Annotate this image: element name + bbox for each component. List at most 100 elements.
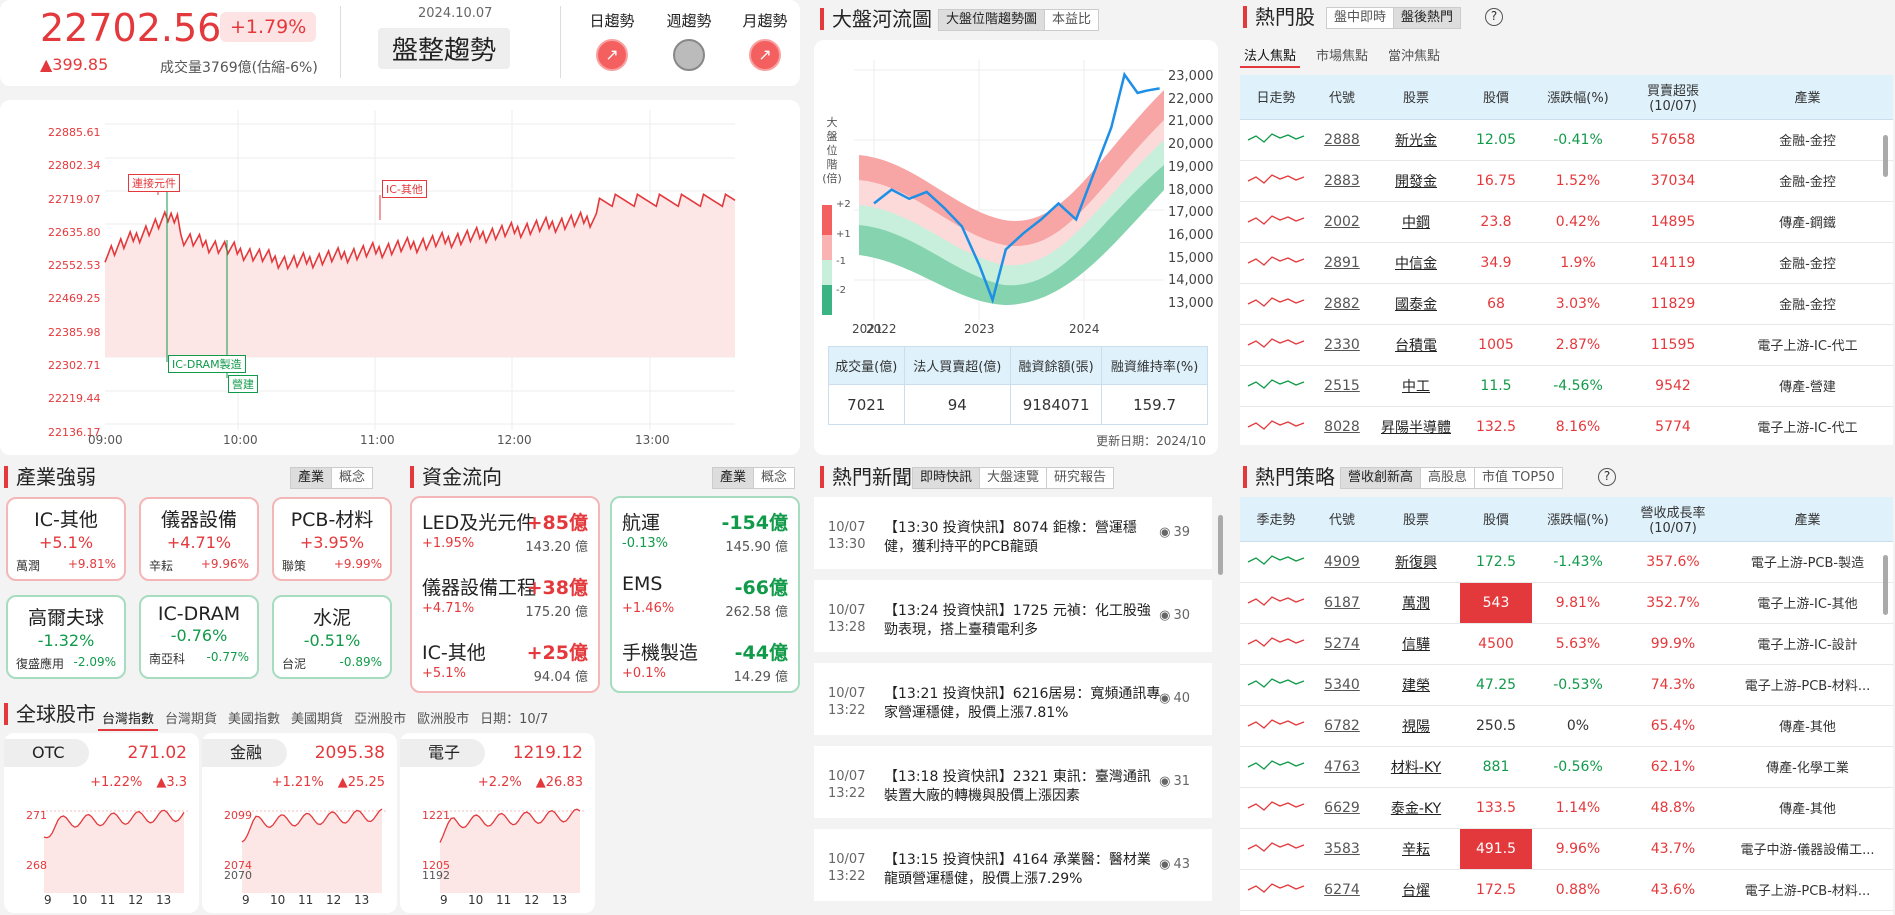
- help-icon[interactable]: ?: [1598, 468, 1616, 486]
- table-row[interactable]: 6187 萬潤 543 9.81% 352.7% 電子上游-IC-其他: [1240, 582, 1893, 624]
- stock-name[interactable]: 辛耘: [1372, 828, 1460, 870]
- table-row[interactable]: 2515 中工 11.5 -4.56% 9542 傳產-營建: [1240, 365, 1893, 407]
- tab-revenue-high[interactable]: 營收創新高: [1341, 468, 1422, 488]
- table-row[interactable]: 4909 新復興 172.5 -1.43% 357.6% 電子上游-PCB-製造: [1240, 541, 1893, 583]
- tab-industry[interactable]: 產業: [291, 468, 333, 488]
- industry-card[interactable]: 高爾夫球 -1.32% 復盛應用 -2.09%: [6, 595, 126, 679]
- stock-name[interactable]: 建榮: [1372, 664, 1460, 706]
- event-tag[interactable]: IC-其他: [382, 180, 427, 198]
- stock-code[interactable]: 2883: [1312, 160, 1372, 202]
- table-row[interactable]: 4763 材料-KY 881 -0.56% 62.1% 傳產-化學工業: [1240, 746, 1893, 788]
- news-item[interactable]: 10/07 13:22 【13:21 投資快訊】6216居易：寬頻通訊專家營運穩健，…: [814, 663, 1212, 735]
- table-row[interactable]: 2882 國泰金 68 3.03% 11829 金融-金控: [1240, 283, 1893, 325]
- tab-us-index[interactable]: 美國指數: [224, 706, 284, 731]
- stock-name[interactable]: 新光金: [1372, 119, 1460, 161]
- table-row[interactable]: 5274 信驊 4500 5.63% 99.9% 電子上游-IC-設計: [1240, 623, 1893, 665]
- news-item[interactable]: 10/07 13:28 【13:24 投資快訊】1725 元禎：化工股強勁表現，搭上…: [814, 580, 1212, 652]
- stock-name[interactable]: 中工: [1372, 365, 1460, 407]
- stock-name[interactable]: 材料-KY: [1372, 746, 1460, 788]
- stock-name[interactable]: 中鋼: [1372, 201, 1460, 243]
- stock-code[interactable]: 6629: [1312, 787, 1372, 829]
- tab-afterhours[interactable]: 盤後熱門: [1394, 8, 1461, 28]
- subtab-market[interactable]: 市場焦點: [1312, 43, 1372, 68]
- stock-code[interactable]: 2002: [1312, 201, 1372, 243]
- stock-code[interactable]: 6274: [1312, 869, 1372, 911]
- table-row[interactable]: 6274 台燿 172.5 0.88% 43.6% 電子上游-PCB-材料...: [1240, 869, 1893, 911]
- stock-code[interactable]: 2891: [1312, 242, 1372, 284]
- tab-tw-futures[interactable]: 台灣期貨: [161, 706, 221, 731]
- tab-industry[interactable]: 產業: [713, 468, 755, 488]
- news-headline[interactable]: 【13:15 投資快訊】4164 承業醫：醫材業龍頭營運穩健，股價上漲7.29%: [884, 851, 1164, 889]
- tab-europe[interactable]: 歐洲股市: [413, 706, 473, 731]
- flow-item[interactable]: IC-其他 +25億 +5.1% 94.04 億: [412, 628, 598, 692]
- flow-item[interactable]: 手機製造 -44億 +0.1% 14.29 億: [612, 628, 798, 692]
- table-row[interactable]: 2888 新光金 12.05 -0.41% 57658 金融-金控: [1240, 119, 1893, 161]
- table-row[interactable]: 2891 中信金 34.9 1.9% 14119 金融-金控: [1240, 242, 1893, 284]
- industry-card[interactable]: 水泥 -0.51% 台泥 -0.89%: [272, 595, 392, 679]
- tab-concept[interactable]: 概念: [754, 468, 795, 488]
- subtab-daytrade[interactable]: 當沖焦點: [1384, 43, 1444, 68]
- stock-name[interactable]: 信驊: [1372, 623, 1460, 665]
- news-headline[interactable]: 【13:24 投資快訊】1725 元禎：化工股強勁表現，搭上臺積電利多: [884, 602, 1164, 640]
- subtab-institution[interactable]: 法人焦點: [1240, 43, 1301, 68]
- news-headline[interactable]: 【13:18 投資快訊】2321 東訊：臺灣通訊裝置大廠的轉機與股價上漲因素: [884, 768, 1164, 806]
- table-row[interactable]: 8028 昇陽半導體 132.5 8.16% 5774 電子上游-IC-代工: [1240, 406, 1893, 445]
- tab-tw-index[interactable]: 台灣指數: [98, 706, 159, 731]
- event-tag[interactable]: 連接元件: [128, 174, 180, 192]
- daily-trend-button[interactable]: 日趨勢 ↗: [577, 10, 647, 71]
- stock-name[interactable]: 新復興: [1372, 541, 1460, 583]
- stock-code[interactable]: 6187: [1312, 582, 1372, 624]
- industry-card[interactable]: PCB-材料 +3.95% 聯策 +9.99%: [272, 497, 392, 581]
- industry-card[interactable]: IC-其他 +5.1% 萬潤 +9.81%: [6, 497, 126, 581]
- stock-code[interactable]: 2330: [1312, 324, 1372, 366]
- tab-dividend[interactable]: 高股息: [1421, 468, 1476, 488]
- table-row[interactable]: 3583 辛耘 491.5 9.96% 43.7% 電子中游-儀器設備工...: [1240, 828, 1893, 870]
- table-row[interactable]: 2883 開發金 16.75 1.52% 37034 金融-金控: [1240, 160, 1893, 202]
- scrollbar[interactable]: [1883, 135, 1888, 177]
- tab-pe[interactable]: 本益比: [1045, 10, 1099, 30]
- tab-overview[interactable]: 大盤速覽: [980, 468, 1048, 488]
- stock-name[interactable]: 國泰金: [1372, 283, 1460, 325]
- stock-code[interactable]: 4763: [1312, 746, 1372, 788]
- table-row[interactable]: 2002 中鋼 23.8 0.42% 14895 傳產-鋼鐵: [1240, 201, 1893, 243]
- stock-name[interactable]: 台燿: [1372, 869, 1460, 911]
- tab-research[interactable]: 研究報告: [1047, 468, 1114, 488]
- flow-item[interactable]: EMS -66億 +1.46% 262.58 億: [612, 563, 798, 627]
- help-icon[interactable]: ?: [1485, 8, 1503, 26]
- industry-card[interactable]: IC-DRAM -0.76% 南亞科 -0.77%: [139, 595, 259, 679]
- tab-realtime[interactable]: 即時快訊: [913, 468, 981, 488]
- news-headline[interactable]: 【13:30 投資快訊】8074 鉅橡：營運穩健，獲利持平的PCB龍頭: [884, 519, 1164, 557]
- table-row[interactable]: 5340 建榮 47.25 -0.53% 74.3% 電子上游-PCB-材料...: [1240, 664, 1893, 706]
- stock-code[interactable]: 6782: [1312, 705, 1372, 747]
- stock-code[interactable]: 8028: [1312, 406, 1372, 445]
- news-headline[interactable]: 【13:21 投資快訊】6216居易：寬頻通訊專家營運穩健，股價上漲7.81%: [884, 685, 1164, 723]
- scrollbar[interactable]: [1218, 515, 1223, 575]
- news-item[interactable]: 10/07 13:30 【13:30 投資快訊】8074 鉅橡：營運穩健，獲利持平的…: [814, 497, 1212, 569]
- stock-code[interactable]: 2882: [1312, 283, 1372, 325]
- news-item[interactable]: 10/07 13:22 【13:18 投資快訊】2321 東訊：臺灣通訊裝置大廠的轉…: [814, 746, 1212, 818]
- monthly-trend-button[interactable]: 月趨勢 ↗: [730, 10, 800, 71]
- scrollbar[interactable]: [1883, 555, 1888, 615]
- stock-code[interactable]: 3583: [1312, 828, 1372, 870]
- news-item[interactable]: 10/07 13:22 【13:15 投資快訊】4164 承業醫：醫材業龍頭營運穩健…: [814, 829, 1212, 901]
- tab-top50[interactable]: 市值 TOP50: [1475, 468, 1562, 488]
- tab-intraday[interactable]: 盤中即時: [1327, 8, 1395, 28]
- weekly-trend-button[interactable]: 週趨勢: [654, 10, 724, 71]
- stock-code[interactable]: 2888: [1312, 119, 1372, 161]
- stock-code[interactable]: 5340: [1312, 664, 1372, 706]
- event-tag[interactable]: IC-DRAM製造: [168, 355, 246, 373]
- stock-code[interactable]: 2515: [1312, 365, 1372, 407]
- table-row[interactable]: 6629 泰金-KY 133.5 1.14% 48.8% 傳產-其他: [1240, 787, 1893, 829]
- stock-name[interactable]: 中信金: [1372, 242, 1460, 284]
- stock-name[interactable]: 開發金: [1372, 160, 1460, 202]
- stock-code[interactable]: 4909: [1312, 541, 1372, 583]
- tab-concept[interactable]: 概念: [332, 468, 373, 488]
- tab-asia[interactable]: 亞洲股市: [350, 706, 410, 731]
- flow-item[interactable]: 航運 -154億 -0.13% 145.90 億: [612, 498, 798, 562]
- industry-card[interactable]: 儀器設備 +4.71% 辛耘 +9.96%: [139, 497, 259, 581]
- stock-name[interactable]: 萬潤: [1372, 582, 1460, 624]
- stock-name[interactable]: 台積電: [1372, 324, 1460, 366]
- event-tag[interactable]: 營建: [228, 375, 258, 393]
- tab-trend[interactable]: 大盤位階趨勢圖: [939, 10, 1046, 30]
- flow-item[interactable]: 儀器設備工程 +38億 +4.71% 175.20 億: [412, 563, 598, 627]
